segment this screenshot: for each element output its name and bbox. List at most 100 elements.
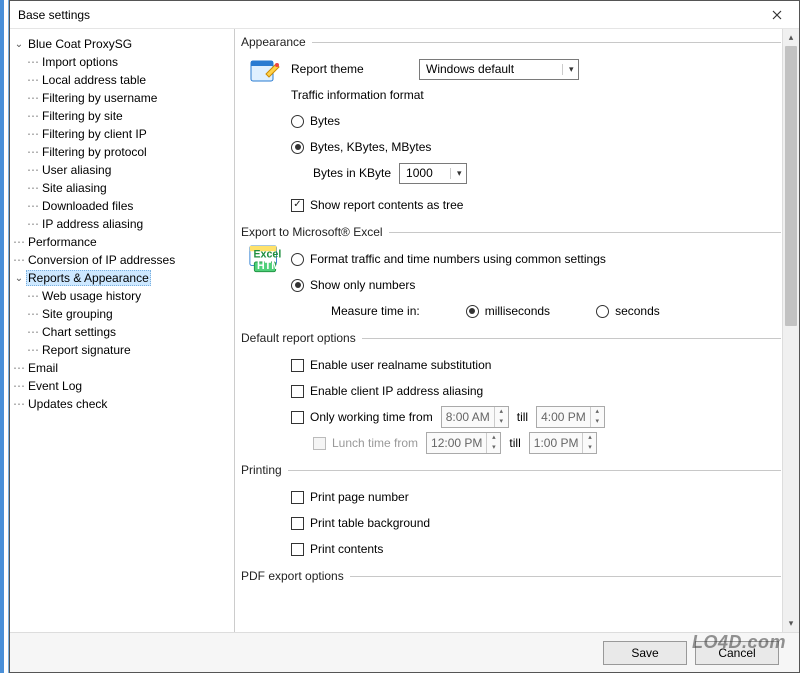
tree-item-updates[interactable]: ⋯Updates check <box>12 395 232 413</box>
group-title: Printing <box>241 463 282 477</box>
tree-leaf-icon: ⋯ <box>26 73 40 87</box>
tree-item[interactable]: ⋯Chart settings <box>26 323 232 341</box>
tree-item[interactable]: ⋯Site grouping <box>26 305 232 323</box>
close-button[interactable] <box>757 4 797 26</box>
group-defaults: Default report options Enable user realn… <box>241 331 781 457</box>
spin-down-icon[interactable]: ▾ <box>591 417 604 427</box>
scroll-area[interactable]: Appearance Report theme Windows default … <box>235 29 799 632</box>
check-lunch-time: Lunch time from <box>313 436 418 450</box>
spin-up-icon: ▴ <box>583 433 596 443</box>
tree-item[interactable]: ⋯Report signature <box>26 341 232 359</box>
spin-up-icon: ▴ <box>487 433 500 443</box>
save-button[interactable]: Save <box>603 641 687 665</box>
nav-tree[interactable]: ⌄ Blue Coat ProxySG ⋯Import options ⋯Loc… <box>10 29 235 632</box>
tree-item[interactable]: ⋯Downloaded files <box>26 197 232 215</box>
vertical-scrollbar[interactable]: ▴ ▾ <box>782 29 799 632</box>
tree-item-performance[interactable]: ⋯Performance <box>12 233 232 251</box>
tree-label: Reports & Appearance <box>26 270 151 286</box>
radio-format-common[interactable]: Format traffic and time numbers using co… <box>291 252 606 266</box>
group-title: Export to Microsoft® Excel <box>241 225 383 239</box>
tree-item[interactable]: ⋯Local address table <box>26 71 232 89</box>
group-title: Appearance <box>241 35 306 49</box>
till-label: till <box>517 410 528 424</box>
group-pdf: PDF export options <box>241 569 781 583</box>
tree-item[interactable]: ⋯Filtering by client IP <box>26 125 232 143</box>
spin-up-icon[interactable]: ▴ <box>591 407 604 417</box>
tree-leaf-icon: ⋯ <box>26 217 40 231</box>
titlebar: Base settings <box>10 1 799 29</box>
check-page-number[interactable]: Print page number <box>291 490 409 504</box>
scroll-down-icon[interactable]: ▾ <box>783 615 799 632</box>
till-label: till <box>509 436 520 450</box>
kb-select[interactable]: 1000 ▾ <box>399 163 467 184</box>
chevron-down-icon: ▾ <box>562 64 578 75</box>
check-working-time[interactable]: Only working time from <box>291 410 433 424</box>
tree-leaf-icon: ⋯ <box>12 379 26 393</box>
tree-item-event-log[interactable]: ⋯Event Log <box>12 377 232 395</box>
tree-leaf-icon: ⋯ <box>26 181 40 195</box>
tree-item-email[interactable]: ⋯Email <box>12 359 232 377</box>
spin-down-icon[interactable]: ▾ <box>495 417 508 427</box>
tree-leaf-icon: ⋯ <box>26 289 40 303</box>
svg-text:HTML: HTML <box>257 260 281 272</box>
check-realname[interactable]: Enable user realname substitution <box>291 358 491 372</box>
group-printing: Printing Print page number Print table b… <box>241 463 781 563</box>
time-from[interactable]: 8:00 AM▴▾ <box>441 406 509 428</box>
tree-leaf-icon: ⋯ <box>26 199 40 213</box>
radio-kbytes[interactable]: Bytes, KBytes, MBytes <box>291 140 431 154</box>
settings-window: Base settings ⌄ Blue Coat ProxySG ⋯Impor… <box>9 0 800 673</box>
body: ⌄ Blue Coat ProxySG ⋯Import options ⋯Loc… <box>10 29 799 632</box>
cancel-button[interactable]: Cancel <box>695 641 779 665</box>
theme-select[interactable]: Windows default ▾ <box>419 59 579 80</box>
close-icon <box>772 10 782 20</box>
radio-bytes[interactable]: Bytes <box>291 114 340 128</box>
chevron-down-icon[interactable]: ⌄ <box>12 39 26 50</box>
radio-show-numbers[interactable]: Show only numbers <box>291 278 415 292</box>
tree-item[interactable]: ⋯Web usage history <box>26 287 232 305</box>
scrollbar-thumb[interactable] <box>785 46 797 326</box>
excel-icon: ExcelHTML <box>249 245 281 277</box>
lunch-from: 12:00 PM▴▾ <box>426 432 501 454</box>
tree-label: Blue Coat ProxySG <box>26 37 134 51</box>
check-contents[interactable]: Print contents <box>291 542 383 556</box>
tree-leaf-icon: ⋯ <box>12 397 26 411</box>
tree-leaf-icon: ⋯ <box>12 361 26 375</box>
time-to[interactable]: 4:00 PM▴▾ <box>536 406 605 428</box>
check-table-bg[interactable]: Print table background <box>291 516 430 530</box>
check-show-tree[interactable]: Show report contents as tree <box>291 198 463 212</box>
tree-leaf-icon: ⋯ <box>26 109 40 123</box>
scroll-up-icon[interactable]: ▴ <box>783 29 799 46</box>
tree-item[interactable]: ⋯Filtering by protocol <box>26 143 232 161</box>
traffic-format-label: Traffic information format <box>291 88 424 102</box>
tree-item-reports-appearance[interactable]: ⌄ Reports & Appearance <box>12 269 232 287</box>
group-title: Default report options <box>241 331 356 345</box>
tree-item[interactable]: ⋯Site aliasing <box>26 179 232 197</box>
tree-leaf-icon: ⋯ <box>26 55 40 69</box>
tree-item[interactable]: ⋯User aliasing <box>26 161 232 179</box>
radio-ms[interactable]: milliseconds <box>466 304 550 318</box>
theme-label: Report theme <box>291 62 411 76</box>
measure-label: Measure time in: <box>331 304 420 318</box>
group-appearance: Appearance Report theme Windows default … <box>241 35 781 219</box>
tree-item[interactable]: ⋯IP address aliasing <box>26 215 232 233</box>
spin-down-icon: ▾ <box>583 443 596 453</box>
spin-up-icon[interactable]: ▴ <box>495 407 508 417</box>
chevron-down-icon[interactable]: ⌄ <box>12 273 26 284</box>
tree-item-bluecoat[interactable]: ⌄ Blue Coat ProxySG <box>12 35 232 53</box>
tree-leaf-icon: ⋯ <box>26 307 40 321</box>
window-title: Base settings <box>18 8 90 22</box>
chevron-down-icon: ▾ <box>450 168 466 179</box>
tree-item[interactable]: ⋯Filtering by username <box>26 89 232 107</box>
tree-item[interactable]: ⋯Import options <box>26 53 232 71</box>
radio-seconds[interactable]: seconds <box>596 304 660 318</box>
appearance-icon <box>249 55 281 87</box>
svg-text:Excel: Excel <box>253 248 281 260</box>
tree-leaf-icon: ⋯ <box>26 163 40 177</box>
kb-label: Bytes in KByte <box>313 166 391 180</box>
footer: Save Cancel <box>10 632 799 672</box>
tree-item[interactable]: ⋯Filtering by site <box>26 107 232 125</box>
tree-item-ip-conversion[interactable]: ⋯Conversion of IP addresses <box>12 251 232 269</box>
check-ip-alias[interactable]: Enable client IP address aliasing <box>291 384 483 398</box>
tree-leaf-icon: ⋯ <box>26 145 40 159</box>
group-title: PDF export options <box>241 569 344 583</box>
